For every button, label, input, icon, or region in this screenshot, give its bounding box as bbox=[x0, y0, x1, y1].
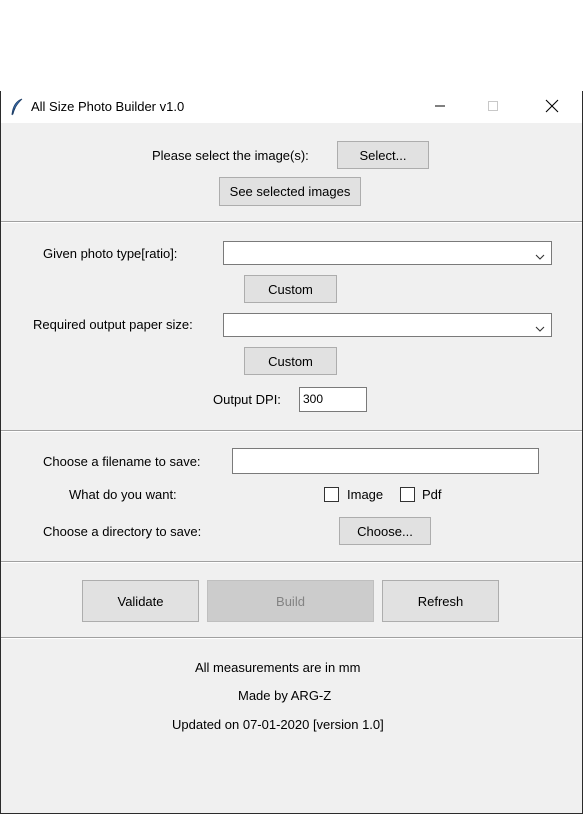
photo-type-label: Given photo type[ratio]: bbox=[43, 246, 178, 261]
custom-paper-button[interactable]: Custom bbox=[244, 347, 337, 375]
custom-ratio-button[interactable]: Custom bbox=[244, 275, 337, 303]
pdf-option-label[interactable]: Pdf bbox=[422, 487, 442, 503]
refresh-button[interactable]: Refresh bbox=[382, 580, 499, 622]
filename-label: Choose a filename to save: bbox=[43, 454, 201, 469]
dpi-label: Output DPI: bbox=[213, 392, 281, 407]
paper-size-dropdown[interactable] bbox=[223, 313, 552, 337]
chevron-down-icon bbox=[535, 321, 545, 332]
measurements-note: All measurements are in mm bbox=[195, 660, 361, 675]
separator-4 bbox=[1, 637, 582, 639]
choose-directory-button[interactable]: Choose... bbox=[339, 517, 431, 545]
separator-1 bbox=[1, 221, 582, 223]
dpi-input[interactable]: 300 bbox=[299, 387, 367, 412]
app-window: All Size Photo Builder v1.0 Please selec… bbox=[0, 91, 583, 814]
output-type-label: What do you want: bbox=[69, 487, 177, 502]
maximize-button[interactable] bbox=[470, 91, 516, 123]
title-bar[interactable]: All Size Photo Builder v1.0 bbox=[1, 91, 582, 123]
author-credit: Made by ARG-Z bbox=[238, 688, 332, 703]
minimize-icon bbox=[434, 100, 446, 115]
close-icon bbox=[545, 99, 559, 116]
update-info: Updated on 07-01-2020 [version 1.0] bbox=[172, 717, 384, 732]
feather-icon bbox=[10, 98, 24, 116]
minimize-button[interactable] bbox=[417, 91, 463, 123]
select-button[interactable]: Select... bbox=[337, 141, 429, 169]
chevron-down-icon bbox=[535, 249, 545, 260]
pdf-checkbox[interactable] bbox=[400, 487, 415, 502]
photo-type-dropdown[interactable] bbox=[223, 241, 552, 265]
separator-3 bbox=[1, 561, 582, 563]
build-button[interactable]: Build bbox=[207, 580, 374, 622]
directory-label: Choose a directory to save: bbox=[43, 524, 202, 539]
window-title: All Size Photo Builder v1.0 bbox=[31, 99, 185, 114]
select-images-label: Please select the image(s): bbox=[152, 148, 309, 163]
image-checkbox[interactable] bbox=[324, 487, 339, 502]
maximize-icon bbox=[487, 100, 499, 115]
image-option-label[interactable]: Image bbox=[347, 487, 383, 503]
validate-button[interactable]: Validate bbox=[82, 580, 199, 622]
see-selected-images-button[interactable]: See selected images bbox=[219, 177, 361, 206]
separator-2 bbox=[1, 430, 582, 432]
paper-size-label: Required output paper size: bbox=[33, 317, 193, 332]
close-button[interactable] bbox=[529, 91, 575, 123]
filename-input[interactable] bbox=[232, 448, 539, 474]
